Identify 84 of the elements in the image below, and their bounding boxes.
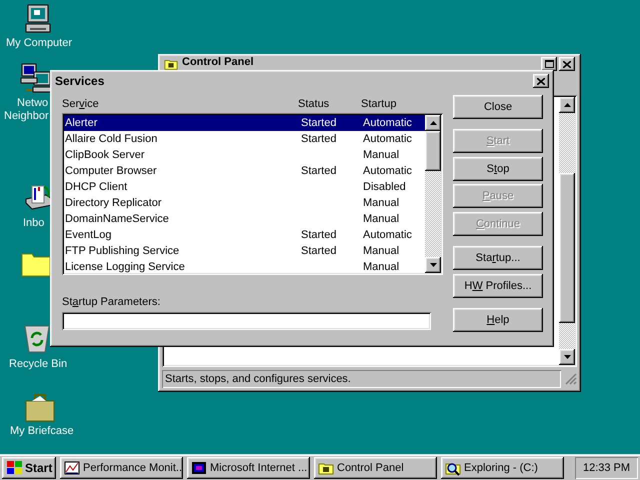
dialog-button[interactable]: Startup... bbox=[453, 246, 543, 270]
service-startup: Automatic bbox=[363, 132, 412, 147]
close-icon bbox=[537, 78, 545, 84]
service-startup: Manual bbox=[363, 244, 400, 259]
service-name: License Logging Service bbox=[64, 260, 186, 275]
service-startup: Manual bbox=[363, 148, 400, 163]
service-startup: Manual bbox=[363, 260, 400, 275]
service-row[interactable]: ClipBook Server Manual bbox=[64, 147, 425, 163]
service-row[interactable]: Alerter Started Automatic bbox=[64, 115, 425, 131]
service-startup: Automatic bbox=[363, 116, 412, 131]
service-row[interactable]: FTP Publishing Service Started Manual bbox=[64, 243, 425, 259]
column-header: Status bbox=[298, 96, 330, 112]
resize-grip-icon[interactable] bbox=[565, 373, 577, 385]
taskbar-button[interactable]: Control Panel bbox=[314, 457, 437, 479]
dialog-close-button[interactable] bbox=[533, 74, 549, 88]
service-status: Started bbox=[301, 132, 338, 147]
service-status: Started bbox=[301, 228, 338, 243]
service-startup: Manual bbox=[363, 212, 400, 227]
scroll-thumb[interactable] bbox=[425, 131, 441, 171]
desktop-icon-label[interactable]: My Computer bbox=[6, 37, 72, 50]
service-status: Started bbox=[301, 244, 338, 259]
scroll-down-button[interactable] bbox=[559, 349, 575, 365]
desktop-icon-label[interactable]: My Briefcase bbox=[10, 425, 74, 438]
up-arrow-icon bbox=[430, 121, 436, 125]
service-row[interactable]: DomainNameService Manual bbox=[64, 211, 425, 227]
service-name: ClipBook Server bbox=[64, 148, 146, 163]
service-name: DomainNameService bbox=[64, 212, 170, 227]
scroll-up-button[interactable] bbox=[559, 97, 575, 113]
service-row[interactable]: DHCP Client Disabled bbox=[64, 179, 425, 195]
service-name: Directory Replicator bbox=[64, 196, 163, 211]
dialog-button[interactable]: Stop bbox=[453, 157, 543, 181]
column-header: Startup bbox=[361, 96, 398, 112]
dialog-button[interactable]: Close bbox=[453, 95, 543, 119]
startup-parameters-field[interactable] bbox=[62, 312, 431, 330]
dialog-button[interactable]: HW Profiles... bbox=[453, 274, 543, 298]
taskbar-button[interactable]: Exploring - (C:) bbox=[441, 457, 564, 479]
windows-flag-icon bbox=[5, 460, 23, 476]
service-row[interactable]: Computer Browser Started Automatic bbox=[64, 163, 425, 179]
service-name: EventLog bbox=[64, 228, 112, 243]
status-text: Starts, stops, and configures services. bbox=[165, 372, 351, 387]
scroll-down-button[interactable] bbox=[425, 257, 441, 273]
maximize-icon bbox=[544, 60, 554, 68]
taskbar-button[interactable]: Microsoft Internet ... bbox=[187, 457, 310, 479]
start-button[interactable]: Start bbox=[2, 457, 56, 479]
window-title: Control Panel bbox=[182, 57, 254, 68]
service-name: Allaire Cold Fusion bbox=[64, 132, 158, 147]
down-arrow-icon bbox=[430, 263, 436, 267]
service-row[interactable]: Directory Replicator Manual bbox=[64, 195, 425, 211]
scroll-thumb[interactable] bbox=[559, 173, 575, 323]
desktop-icon-label[interactable]: Recycle Bin bbox=[9, 358, 68, 371]
clock: 12:33 PM bbox=[582, 460, 630, 476]
field-label: Startup Parameters: bbox=[62, 295, 162, 308]
service-name: Alerter bbox=[64, 116, 98, 131]
service-startup: Manual bbox=[363, 196, 400, 211]
service-startup: Disabled bbox=[363, 180, 406, 195]
down-arrow-icon bbox=[564, 355, 570, 359]
desktop-icon-label[interactable]: Netwo bbox=[17, 97, 48, 110]
close-icon bbox=[563, 60, 571, 68]
taskbar-button[interactable]: Performance Monit... bbox=[60, 457, 183, 479]
service-name: DHCP Client bbox=[64, 180, 128, 195]
browser-window-icon bbox=[191, 460, 207, 476]
service-status: Started bbox=[301, 164, 338, 179]
service-name: Computer Browser bbox=[64, 164, 158, 179]
column-header: Service bbox=[62, 96, 100, 112]
dialog-button[interactable]: Help bbox=[453, 308, 543, 332]
service-startup: Automatic bbox=[363, 164, 412, 179]
service-row[interactable]: Allaire Cold Fusion Started Automatic bbox=[64, 131, 425, 147]
service-startup: Automatic bbox=[363, 228, 412, 243]
service-row[interactable]: License Logging Service Manual bbox=[64, 259, 425, 275]
desktop-icon-label[interactable]: Inbo bbox=[23, 217, 44, 230]
close-button[interactable] bbox=[559, 57, 575, 71]
maximize-button[interactable] bbox=[541, 57, 557, 71]
desktop-icon-label[interactable]: Neighbor bbox=[4, 110, 49, 123]
dialog-title: Services bbox=[55, 73, 104, 90]
vertical-scrollbar[interactable] bbox=[559, 97, 575, 365]
service-name: FTP Publishing Service bbox=[64, 244, 180, 259]
list-scrollbar[interactable] bbox=[425, 115, 441, 273]
briefcase-icon bbox=[24, 392, 56, 424]
scroll-up-button[interactable] bbox=[425, 115, 441, 131]
service-status: Started bbox=[301, 116, 338, 131]
service-row[interactable]: EventLog Started Automatic bbox=[64, 227, 425, 243]
up-arrow-icon bbox=[564, 103, 570, 107]
chart-window-icon bbox=[64, 460, 80, 476]
folder-icon bbox=[164, 57, 178, 71]
